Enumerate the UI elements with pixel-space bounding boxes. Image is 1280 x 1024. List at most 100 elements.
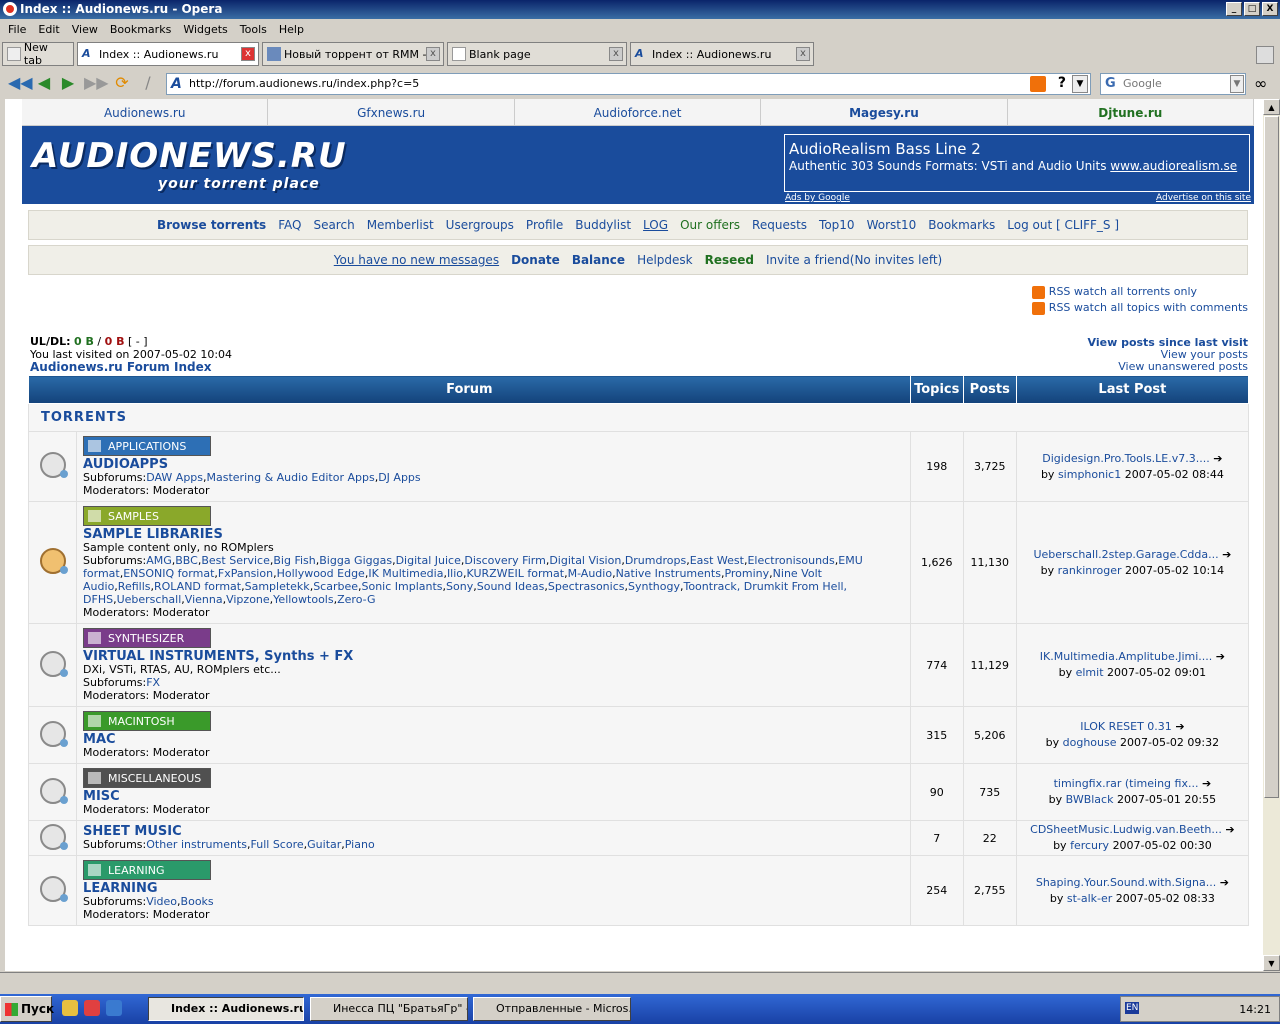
- close-tab-icon[interactable]: x: [609, 47, 623, 61]
- site-link-audioforce[interactable]: Audioforce.net: [514, 99, 762, 125]
- subforum-link[interactable]: Video: [146, 895, 177, 908]
- menu-edit[interactable]: Edit: [32, 20, 65, 40]
- last-post-link[interactable]: ILOK RESET 0.31: [1080, 720, 1172, 733]
- last-post-user[interactable]: st-alk-er: [1067, 892, 1112, 905]
- search-dropdown-icon[interactable]: ▼: [1230, 75, 1244, 93]
- site-logo[interactable]: AUDIONEWS.RU your torrent place: [32, 136, 347, 192]
- menu-file[interactable]: File: [2, 20, 32, 40]
- quicklaunch-ie-icon[interactable]: [106, 1000, 122, 1016]
- subforum-link[interactable]: AMG: [146, 554, 172, 567]
- category-torrents[interactable]: TORRENTS: [28, 403, 1249, 432]
- trash-icon[interactable]: [1256, 46, 1274, 64]
- goto-last-post-icon[interactable]: ➔: [1225, 823, 1234, 836]
- minimize-button[interactable]: _: [1226, 2, 1242, 16]
- subforum-link[interactable]: Sonic Implants: [362, 580, 443, 593]
- nav-profile[interactable]: Profile: [526, 218, 563, 232]
- last-post-user[interactable]: simphonic1: [1058, 468, 1121, 481]
- subforum-link[interactable]: DAW Apps: [146, 471, 203, 484]
- forward-icon[interactable]: ▶: [58, 73, 78, 93]
- last-post-link[interactable]: Shaping.Your.Sound.with.Signa...: [1036, 876, 1216, 889]
- clock[interactable]: 14:21: [1239, 1003, 1271, 1016]
- start-button[interactable]: Пуск: [0, 996, 54, 1022]
- nav-reseed[interactable]: Reseed: [705, 253, 754, 267]
- subforum-link[interactable]: ENSONIQ format: [123, 567, 214, 580]
- tab-audionews-active[interactable]: A Index :: Audionews.ru x: [77, 42, 259, 66]
- subforum-link[interactable]: Books: [181, 895, 214, 908]
- nav-faq[interactable]: FAQ: [278, 218, 301, 232]
- subforum-link[interactable]: BBC: [175, 554, 198, 567]
- tab-new[interactable]: New tab: [2, 41, 74, 67]
- subforum-link[interactable]: Piano: [345, 838, 375, 851]
- nav-messages[interactable]: You have no new messages: [334, 253, 499, 267]
- subforum-link[interactable]: Ueberschall: [117, 593, 182, 606]
- subforum-link[interactable]: Guitar: [307, 838, 341, 851]
- last-post-link[interactable]: IK.Multimedia.Amplitube.Jimi....: [1040, 650, 1213, 663]
- last-post-user[interactable]: elmit: [1076, 666, 1104, 679]
- nav-browse-torrents[interactable]: Browse torrents: [157, 218, 266, 232]
- goto-last-post-icon[interactable]: ➔: [1213, 452, 1222, 465]
- subforum-link[interactable]: Vienna: [185, 593, 223, 606]
- last-post-user[interactable]: BWBlack: [1066, 793, 1114, 806]
- menu-tools[interactable]: Tools: [234, 20, 273, 40]
- nav-logout[interactable]: Log out [ CLIFF_S ]: [1007, 218, 1119, 232]
- forum-name-link[interactable]: VIRTUAL INSTRUMENTS, Synths + FX: [83, 650, 904, 663]
- goto-last-post-icon[interactable]: ➔: [1202, 777, 1211, 790]
- subforum-link[interactable]: Native Instruments: [616, 567, 721, 580]
- subforum-link[interactable]: IK Multimedia: [368, 567, 443, 580]
- subforum-link[interactable]: Full Score: [251, 838, 304, 851]
- menu-help[interactable]: Help: [273, 20, 310, 40]
- forum-name-link[interactable]: LEARNING: [83, 882, 904, 895]
- advertise-link[interactable]: Advertise on this site: [1156, 193, 1251, 203]
- vertical-scrollbar[interactable]: ▲ ▼: [1263, 99, 1280, 971]
- nav-usergroups[interactable]: Usergroups: [446, 218, 514, 232]
- view-unanswered-link[interactable]: View unanswered posts: [1088, 361, 1248, 373]
- subforum-link[interactable]: Prominy: [724, 567, 769, 580]
- scroll-thumb[interactable]: [1264, 116, 1279, 798]
- subforum-link[interactable]: Spectrasonics: [548, 580, 625, 593]
- nav-balance[interactable]: Balance: [572, 253, 625, 267]
- subforum-link[interactable]: ROLAND format: [154, 580, 241, 593]
- help-icon[interactable]: ?: [1058, 75, 1066, 91]
- forum-name-link[interactable]: MISC: [83, 790, 904, 803]
- scroll-down-icon[interactable]: ▼: [1263, 955, 1280, 971]
- taskbar-item-chat[interactable]: Инесса ПЦ "БратьяГр" -...: [310, 997, 468, 1021]
- subforum-link[interactable]: Synthogy: [628, 580, 680, 593]
- site-link-magesy[interactable]: Magesy.ru: [761, 99, 1008, 125]
- subforum-link[interactable]: Hollywood Edge: [277, 567, 365, 580]
- quicklaunch-opera-icon[interactable]: [84, 1000, 100, 1016]
- subforum-link[interactable]: M-Audio: [568, 567, 612, 580]
- subforum-link[interactable]: Best Service: [201, 554, 270, 567]
- menu-widgets[interactable]: Widgets: [177, 20, 233, 40]
- rss-topics-link[interactable]: RSS watch all topics with comments: [1049, 300, 1248, 316]
- nav-requests[interactable]: Requests: [752, 218, 807, 232]
- nav-helpdesk[interactable]: Helpdesk: [637, 253, 693, 267]
- quicklaunch-clock-icon[interactable]: [62, 1000, 78, 1016]
- fast-forward-icon[interactable]: ▶▶: [84, 73, 109, 93]
- close-button[interactable]: X: [1262, 2, 1278, 16]
- subforum-link[interactable]: FX: [146, 676, 160, 689]
- ads-by-google-link[interactable]: Ads by Google: [785, 193, 850, 203]
- subforum-link[interactable]: DJ Apps: [378, 471, 420, 484]
- nav-search[interactable]: Search: [313, 218, 354, 232]
- taskbar-item-outlook[interactable]: Отправленные - Micros...: [473, 997, 631, 1021]
- subforum-link[interactable]: FxPansion: [218, 567, 273, 580]
- last-post-link[interactable]: CDSheetMusic.Ludwig.van.Beeth...: [1030, 823, 1222, 836]
- close-tab-icon[interactable]: x: [796, 47, 810, 61]
- subforum-link[interactable]: Zero-G: [337, 593, 375, 606]
- subforum-link[interactable]: East West: [690, 554, 744, 567]
- subforum-link[interactable]: Big Fish: [273, 554, 315, 567]
- subforum-link[interactable]: KURZWEIL format: [467, 567, 565, 580]
- search-input[interactable]: G Google ▼: [1100, 73, 1246, 95]
- ad-banner[interactable]: AudioRealism Bass Line 2 Authentic 303 S…: [784, 134, 1251, 203]
- subforum-link[interactable]: Bigga Giggas: [319, 554, 392, 567]
- tab-torrent[interactable]: Новый торрент от RMM -... x: [262, 42, 444, 66]
- subforum-link[interactable]: Sampletekk: [245, 580, 310, 593]
- url-input[interactable]: A http://forum.audionews.ru/index.php?c=…: [166, 73, 1091, 95]
- tab-blank[interactable]: Blank page x: [447, 42, 627, 66]
- scroll-up-icon[interactable]: ▲: [1263, 99, 1280, 115]
- subforum-link[interactable]: Digital Juice: [396, 554, 461, 567]
- subforum-link[interactable]: Sound Ideas: [477, 580, 545, 593]
- forum-index-link[interactable]: Audionews.ru Forum Index: [30, 360, 211, 374]
- goto-last-post-icon[interactable]: ➔: [1175, 720, 1184, 733]
- forum-name-link[interactable]: SHEET MUSIC: [83, 825, 904, 838]
